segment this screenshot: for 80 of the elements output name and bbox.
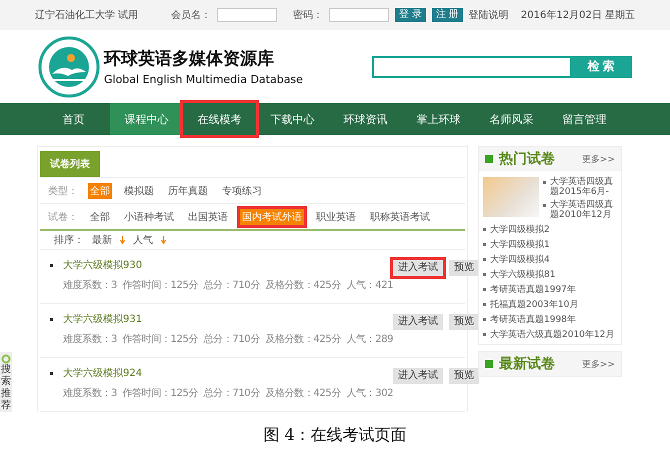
- more-link[interactable]: 更多>>: [582, 358, 615, 371]
- bullet-icon: [50, 318, 53, 321]
- site-subtitle: Global English Multimedia Database: [104, 73, 303, 86]
- bullet-icon: [483, 258, 486, 262]
- bullet-icon: [483, 288, 486, 292]
- bullet-icon: [483, 333, 486, 336]
- paper-link[interactable]: 大学四级模拟2: [490, 223, 550, 236]
- square-icon: [485, 360, 493, 368]
- site-title: 环球英语多媒体资源库: [104, 48, 275, 70]
- panel-title: 最新试卷: [499, 355, 555, 374]
- preview-button[interactable]: 预览: [449, 314, 480, 330]
- start-exam-button[interactable]: 进入考试: [393, 314, 444, 330]
- panel-title: 热门试卷: [499, 150, 555, 168]
- filter-option[interactable]: 专项练习: [220, 182, 264, 198]
- filter-label: 类型：: [48, 184, 78, 198]
- bullet-icon: [483, 303, 486, 306]
- filter-option[interactable]: 职称英语考试: [368, 208, 432, 224]
- nav-item[interactable]: 在线模考: [183, 103, 256, 135]
- photo-placeholder: [483, 177, 539, 217]
- more-link[interactable]: 更多>>: [582, 152, 615, 166]
- figure-caption: 图 4：在线考试页面: [262, 424, 408, 446]
- start-exam-button[interactable]: 进入考试: [393, 260, 444, 276]
- bullet-icon: [50, 264, 53, 267]
- bullet-icon: [543, 181, 546, 184]
- paper-link[interactable]: 考研英语真题1997年: [490, 283, 576, 296]
- filter-option[interactable]: 模拟题: [122, 182, 156, 198]
- bullet-icon: [483, 243, 486, 246]
- start-exam-button[interactable]: 进入考试: [393, 368, 444, 384]
- paper-link[interactable]: 托福真题2003年10月: [490, 298, 578, 312]
- date-text: 2016年12月02日 星期五: [520, 8, 635, 22]
- site-name: 辽宁石油化工大学 试用: [35, 8, 140, 22]
- nav-item[interactable]: 下载中心: [256, 103, 329, 135]
- down-arrow-icon: [120, 236, 125, 244]
- filter-option[interactable]: 职业英语: [314, 208, 358, 224]
- username-field[interactable]: [217, 8, 277, 22]
- login-button[interactable]: 登 录: [395, 8, 426, 22]
- nav-item[interactable]: 课程中心: [110, 103, 183, 135]
- paper-link[interactable]: 大学四级模拟4: [490, 253, 550, 266]
- bullet-icon: [483, 273, 486, 276]
- exam-details: 难度系数：3 作答时间：125分 总分：710分 及格分数：425分 人气：302: [63, 386, 394, 400]
- logo-icon: [38, 36, 100, 98]
- exam-title-link[interactable]: 大学六级模拟931: [63, 312, 142, 326]
- register-button[interactable]: 注 册: [432, 8, 463, 22]
- filter-option[interactable]: 全部: [88, 208, 112, 224]
- username-label: 会员名：: [171, 9, 211, 22]
- bullet-icon: [483, 228, 486, 232]
- paper-link[interactable]: 大学英语四级真题2010年12月: [550, 200, 617, 220]
- login-help-link[interactable]: 登陆说明: [468, 8, 509, 22]
- filter-option[interactable]: 小语种考试: [122, 208, 176, 224]
- preview-button[interactable]: 预览: [449, 260, 480, 276]
- bullet-icon: [543, 204, 546, 207]
- exam-details: 难度系数：3 作答时间：125分 总分：710分 及格分数：425分 人气：421: [63, 278, 394, 292]
- bullet-icon: [50, 372, 53, 375]
- nav-item[interactable]: 掌上环球: [402, 103, 475, 135]
- preview-button[interactable]: 预览: [449, 368, 480, 384]
- sort-option[interactable]: 人气: [133, 233, 153, 247]
- exam-title-link[interactable]: 大学六级模拟924: [63, 366, 142, 380]
- nav-item[interactable]: 首页: [37, 103, 110, 135]
- paper-link[interactable]: 大学四级模拟1: [490, 238, 550, 252]
- sort-option[interactable]: 最新: [92, 233, 112, 247]
- nav-item[interactable]: 留言管理: [548, 103, 621, 135]
- bullet-icon: [483, 318, 486, 322]
- nav-item[interactable]: 名师风采: [475, 103, 548, 135]
- filter-option[interactable]: 历年真题: [166, 182, 210, 198]
- nav-item[interactable]: 环球资讯: [329, 103, 402, 135]
- paper-link[interactable]: 考研英语真题1998年: [490, 313, 576, 326]
- paper-link[interactable]: 大学英语四级真题2015年6月-: [550, 177, 617, 198]
- sort-label: 排序：: [54, 234, 84, 247]
- down-arrow-icon: [161, 236, 166, 244]
- password-label: 密码：: [293, 8, 323, 22]
- exam-title-link[interactable]: 大学六级模拟930: [63, 258, 142, 272]
- paper-link[interactable]: 大学六级模拟81: [490, 268, 556, 282]
- exam-details: 难度系数：3 作答时间：125分 总分：710分 及格分数：425分 人气：289: [63, 332, 394, 346]
- search-field[interactable]: [372, 56, 570, 78]
- password-field[interactable]: [329, 8, 389, 22]
- square-icon: [485, 155, 493, 163]
- filter-option[interactable]: 出国英语: [186, 208, 230, 224]
- ring-icon: [1, 354, 11, 364]
- filter-label: 试卷：: [48, 210, 78, 224]
- paper-link[interactable]: 大学英语六级真题2010年12月: [490, 328, 614, 342]
